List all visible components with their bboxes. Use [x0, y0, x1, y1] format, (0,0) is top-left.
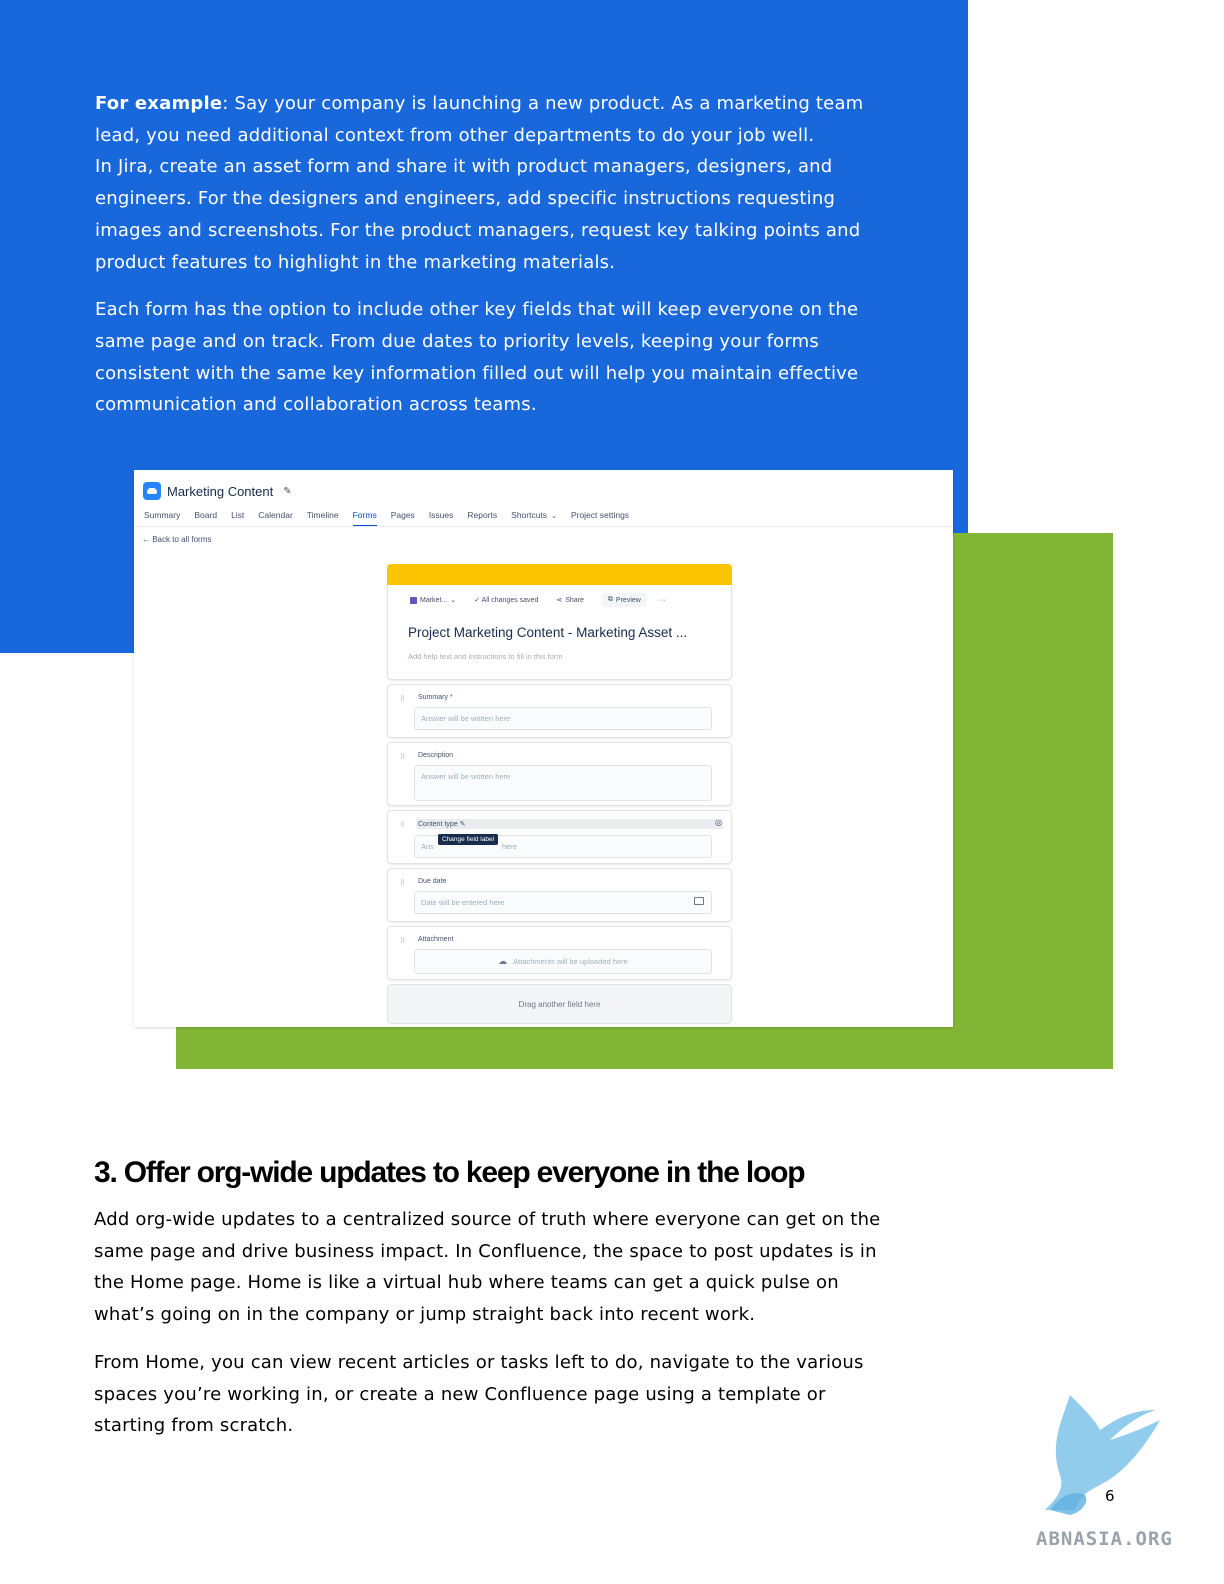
- example-paragraph: For example: Say your company is launchi…: [95, 88, 885, 278]
- tab-reports[interactable]: Reports: [467, 510, 497, 527]
- watermark-text: ABNASIA.ORG: [1036, 1528, 1173, 1550]
- field-input[interactable]: Answer will be written here: [414, 765, 712, 801]
- field-content-type[interactable]: ⠿ Content type ✎ ◎ Ans here Change field …: [387, 810, 732, 864]
- intro-text-block: For example: Say your company is launchi…: [95, 88, 885, 437]
- form-editor: Market... ⌄ ✓ All changes saved ⋖ Share ⧉ P…: [387, 564, 732, 1024]
- attachment-dropzone[interactable]: ☁ Attachments will be uploaded here: [414, 949, 712, 974]
- field-description[interactable]: ⠿ Description Answer will be written her…: [387, 742, 732, 806]
- back-to-forms-link[interactable]: ← Back to all forms: [142, 535, 211, 544]
- placeholder-start: Ans: [421, 842, 434, 851]
- preview-button[interactable]: ⧉ Preview: [601, 593, 647, 607]
- project-tabs: Summary Board List Calendar Timeline For…: [144, 510, 643, 527]
- field-label: Summary *: [418, 694, 453, 701]
- more-options-button[interactable]: ···: [659, 597, 666, 604]
- section-heading: 3. Offer org-wide updates to keep everyo…: [94, 1156, 806, 1189]
- form-help-text[interactable]: Add help text and instructions to fill i…: [408, 652, 563, 661]
- cloud-upload-icon: ☁: [498, 956, 508, 966]
- required-mark: *: [449, 694, 453, 701]
- attachment-placeholder: Attachments will be uploaded here: [513, 957, 628, 966]
- date-input[interactable]: Date will be entered here: [414, 891, 712, 914]
- saved-status: ✓ All changes saved: [474, 597, 539, 604]
- field-label[interactable]: Content type ✎: [418, 820, 466, 828]
- section-body: Add org-wide updates to a centralized so…: [94, 1204, 894, 1458]
- share-button[interactable]: ⋖ Share: [556, 596, 584, 605]
- drag-field-zone[interactable]: Drag another field here: [387, 984, 732, 1024]
- jira-form-screenshot: Marketing Content ✎ Summary Board List C…: [134, 470, 953, 1027]
- tab-pages[interactable]: Pages: [391, 510, 415, 527]
- field-label: Description: [418, 752, 454, 759]
- field-summary[interactable]: ⠿ Summary * Answer will be written here: [387, 684, 732, 738]
- tabs-divider: [134, 526, 953, 527]
- page-number: 6: [1105, 1487, 1115, 1505]
- project-header: Marketing Content ✎: [143, 482, 292, 500]
- project-title: Marketing Content: [167, 483, 274, 499]
- placeholder-end: here: [501, 842, 517, 851]
- preview-label: Preview: [615, 596, 641, 604]
- project-chip[interactable]: Market... ⌄: [410, 596, 456, 604]
- example-label: For example: [95, 93, 223, 114]
- form-title[interactable]: Project Marketing Content - Marketing As…: [408, 625, 687, 640]
- example-text-2: In Jira, create an asset form and share …: [95, 156, 861, 273]
- tab-project-settings[interactable]: Project settings: [571, 510, 629, 527]
- project-chip-label: Market...: [420, 596, 448, 604]
- field-label-text: Content type: [418, 821, 458, 828]
- tab-list[interactable]: List: [231, 510, 244, 527]
- external-link-icon: ⧉: [607, 596, 613, 603]
- tab-board[interactable]: Board: [194, 510, 217, 527]
- field-label: Due date: [418, 878, 447, 885]
- intro-paragraph-2: Each form has the option to include othe…: [95, 299, 859, 416]
- form-header-card: Market... ⌄ ✓ All changes saved ⋖ Share ⧉ P…: [387, 585, 732, 680]
- griffin-watermark-icon: [1045, 1395, 1160, 1515]
- tab-forms[interactable]: Forms: [352, 510, 377, 527]
- tab-shortcuts[interactable]: Shortcuts ⌄: [511, 510, 557, 527]
- drag-handle-icon[interactable]: ⠿: [400, 753, 405, 761]
- share-label: Share: [565, 596, 584, 604]
- calendar-icon[interactable]: [694, 897, 704, 905]
- date-placeholder: Date will be entered here: [421, 898, 505, 907]
- pin-icon[interactable]: ✎: [283, 486, 291, 497]
- eye-hidden-icon[interactable]: ◎: [715, 818, 722, 827]
- drag-handle-icon[interactable]: ⠿: [400, 695, 405, 703]
- field-due-date[interactable]: ⠿ Due date Date will be entered here: [387, 868, 732, 922]
- project-chip-icon: [410, 596, 417, 604]
- form-toolbar: Market... ⌄ ✓ All changes saved ⋖ Share ⧉ P…: [410, 593, 709, 607]
- chevron-down-icon: ⌄: [551, 513, 557, 520]
- field-label: Attachment: [418, 936, 454, 943]
- drag-handle-icon[interactable]: ⠿: [400, 821, 405, 829]
- tab-issues[interactable]: Issues: [429, 510, 454, 527]
- tab-summary[interactable]: Summary: [144, 510, 180, 527]
- section-paragraph-1: Add org-wide updates to a centralized so…: [94, 1209, 881, 1326]
- change-label-tooltip: Change field label: [438, 834, 499, 845]
- field-label-text: Summary: [418, 694, 448, 701]
- tab-timeline[interactable]: Timeline: [307, 510, 339, 527]
- drag-handle-icon[interactable]: ⠿: [400, 937, 405, 945]
- project-logo-icon: [143, 482, 161, 500]
- form-accent-bar: [387, 564, 732, 585]
- tab-shortcuts-label: Shortcuts: [511, 510, 548, 520]
- chevron-down-icon: ⌄: [450, 597, 457, 604]
- share-icon: ⋖: [556, 597, 563, 604]
- edit-pencil-icon: ✎: [459, 821, 466, 828]
- tab-calendar[interactable]: Calendar: [258, 510, 293, 527]
- drag-handle-icon[interactable]: ⠿: [400, 879, 405, 887]
- field-attachment[interactable]: ⠿ Attachment ☁ Attachments will be upload…: [387, 926, 732, 980]
- field-input[interactable]: Answer will be written here: [414, 707, 712, 730]
- section-paragraph-2: From Home, you can view recent articles …: [94, 1351, 864, 1437]
